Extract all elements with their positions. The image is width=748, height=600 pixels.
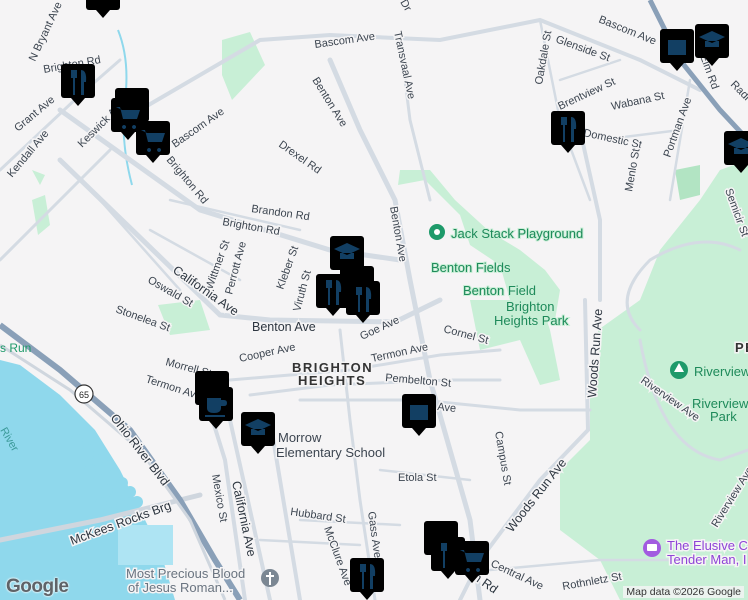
- riverview-park-label-2: Park: [710, 409, 737, 424]
- benton-fields-label: Benton Fields: [431, 260, 511, 275]
- neighborhood-label-partial: PE: [735, 340, 748, 355]
- street-label: Benton Ave: [309, 75, 349, 129]
- camera-icon: [647, 544, 657, 551]
- marker-shopping[interactable]: [402, 394, 436, 436]
- street-label: Wabana St: [610, 90, 665, 113]
- map-canvas[interactable]: Bascom Ave Benton Ave Transvaal Ave Basc…: [0, 0, 748, 600]
- riverview-pin[interactable]: Riverview: [670, 361, 748, 380]
- street-label: Kendall Ave: [5, 128, 51, 180]
- street-label: Rothnletz St: [561, 571, 622, 593]
- shopping-bag-icon: [410, 405, 428, 420]
- street-label: Etola St: [398, 472, 437, 484]
- brighton-heights-park-label-1: Brighton: [506, 299, 554, 314]
- riverview-label[interactable]: Riverview: [693, 363, 748, 380]
- benton-field-label: Benton Field: [463, 283, 536, 298]
- marker-school[interactable]: [241, 412, 275, 454]
- marker-shopping[interactable]: [660, 29, 694, 71]
- street-label: Benton Ave: [387, 205, 409, 262]
- route-65-shield: 65: [74, 384, 94, 404]
- street-label: Woods Run Ave: [503, 456, 569, 535]
- google-logo[interactable]: Google: [6, 576, 69, 598]
- church-label-2[interactable]: of Jesus Roman...: [127, 579, 235, 597]
- run-label: s Run: [0, 341, 31, 355]
- morrow-label-2: Elementary School: [276, 445, 385, 460]
- elusive-label-1[interactable]: The Elusive C: [666, 537, 748, 555]
- marker-grocery[interactable]: [136, 121, 170, 163]
- street-label: Hubbard St: [290, 506, 347, 526]
- neighborhood-label-2: HEIGHTS: [298, 373, 366, 388]
- street-label: Brentview St: [556, 76, 617, 113]
- street-label: Bascom Ave: [170, 106, 227, 151]
- street-label: N Bryant Ave: [27, 0, 65, 63]
- shopping-bag-icon: [668, 40, 686, 55]
- street-label: Drexel Rd: [276, 139, 323, 177]
- street-label: Cooper Ave: [238, 341, 297, 365]
- elusive-label-2[interactable]: Tender Man, I: [666, 551, 748, 569]
- street-label: Menlo St: [623, 148, 642, 193]
- jack-stack-playground-pin[interactable]: Jack Stack Playground: [429, 224, 584, 242]
- street-label: Bascom Ave: [597, 14, 658, 48]
- marker-restaurant[interactable]: [350, 558, 384, 600]
- church-label-1[interactable]: Most Precious Blood: [125, 565, 247, 583]
- park: [675, 165, 700, 200]
- marker-restaurant[interactable]: [551, 111, 585, 153]
- map-attribution: Map data ©2026 Google: [623, 586, 744, 598]
- street-label: Radi: [728, 79, 748, 103]
- marker-school[interactable]: [724, 131, 748, 173]
- morrow-label-1: Morrow: [278, 430, 322, 445]
- marker-shopping[interactable]: [86, 0, 120, 18]
- street-label: Domestic St: [582, 127, 642, 151]
- street-label: McClure Ave: [321, 525, 354, 588]
- street-label: Campus St: [492, 430, 513, 486]
- street-label: Grant Ave: [12, 94, 57, 135]
- route-number: 65: [79, 390, 89, 400]
- street-label: Dr: [397, 0, 413, 14]
- marker-restaurant[interactable]: [346, 281, 380, 323]
- street-label: Pembelton St: [385, 372, 452, 390]
- brighton-heights-park-label-2: Heights Park: [494, 313, 569, 328]
- street-label: Viruth St: [291, 269, 313, 313]
- jack-stack-playground-label[interactable]: Jack Stack Playground: [450, 225, 584, 242]
- marker-restaurant[interactable]: [61, 64, 95, 106]
- street-label: Ave: [437, 401, 457, 415]
- highway-road: [647, 0, 748, 142]
- marker-restaurant[interactable]: [316, 274, 350, 316]
- street-label: Termon Ave: [144, 373, 203, 402]
- church-pin[interactable]: Most Precious Blood of Jesus Roman...: [125, 565, 279, 597]
- street-label: Benton Ave: [252, 320, 316, 334]
- marker-cafe[interactable]: [199, 387, 233, 429]
